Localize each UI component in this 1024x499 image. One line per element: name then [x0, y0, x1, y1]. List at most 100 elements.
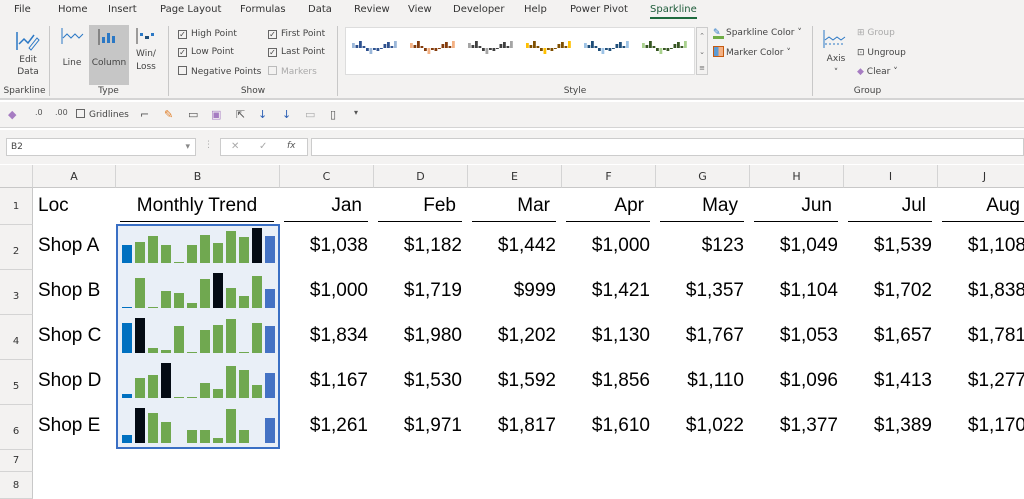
new-document-icon[interactable]: ▯: [330, 108, 336, 121]
tab-power-pivot[interactable]: Power Pivot: [570, 4, 628, 15]
value-cell[interactable]: $1,053: [750, 325, 838, 347]
value-cell[interactable]: $1,000: [280, 280, 368, 302]
low-point-checkbox[interactable]: ✓ Low Point: [178, 47, 234, 57]
value-cell[interactable]: $1,657: [844, 325, 932, 347]
tab-page-layout[interactable]: Page Layout: [160, 4, 221, 15]
insert-function-icon[interactable]: fx: [287, 141, 296, 151]
select-all-corner[interactable]: [0, 165, 33, 188]
header-cell-feb[interactable]: Feb: [378, 188, 462, 222]
column-header-A[interactable]: A: [33, 165, 116, 188]
tab-file[interactable]: File: [14, 4, 31, 15]
value-cell[interactable]: $1,389: [844, 415, 932, 437]
high-point-checkbox[interactable]: ✓ High Point: [178, 29, 237, 39]
header-cell-jan[interactable]: Jan: [284, 188, 368, 222]
axis-button[interactable]: Axis ˅: [822, 28, 850, 84]
name-box[interactable]: B2 ▾: [6, 138, 196, 156]
value-cell[interactable]: $1,413: [844, 370, 932, 392]
loc-cell[interactable]: Shop D: [38, 370, 101, 392]
group-button[interactable]: ⊞ Group: [857, 28, 895, 38]
marker-color-button[interactable]: Marker Color ˅: [713, 46, 791, 58]
value-cell[interactable]: $1,442: [468, 235, 556, 257]
row-header-5[interactable]: 5: [0, 360, 33, 405]
value-cell[interactable]: $1,357: [656, 280, 744, 302]
ungroup-button[interactable]: ⊡ Ungroup: [857, 48, 906, 58]
value-cell[interactable]: $1,202: [468, 325, 556, 347]
tab-insert[interactable]: Insert: [108, 4, 137, 15]
value-cell[interactable]: $1,592: [468, 370, 556, 392]
value-cell[interactable]: $999: [468, 280, 556, 302]
value-cell[interactable]: $1,182: [374, 235, 462, 257]
value-cell[interactable]: $1,130: [562, 325, 650, 347]
value-cell[interactable]: $1,377: [750, 415, 838, 437]
row-header-6[interactable]: 6: [0, 405, 33, 450]
tab-developer[interactable]: Developer: [453, 4, 504, 15]
header-cell-mar[interactable]: Mar: [472, 188, 556, 222]
value-cell[interactable]: $1,261: [280, 415, 368, 437]
increase-decimal-icon[interactable]: .0: [35, 108, 43, 117]
value-cell[interactable]: $1,781: [938, 325, 1024, 347]
row-header-1[interactable]: 1: [0, 188, 33, 225]
style-gallery[interactable]: [345, 27, 695, 75]
value-cell[interactable]: $1,856: [562, 370, 650, 392]
value-cell[interactable]: $1,971: [374, 415, 462, 437]
value-cell[interactable]: $1,838: [938, 280, 1024, 302]
tab-home[interactable]: Home: [58, 4, 88, 15]
value-cell[interactable]: $123: [656, 235, 744, 257]
last-point-checkbox[interactable]: ✓ Last Point: [268, 47, 325, 57]
sparkline-group-selection[interactable]: [116, 224, 280, 449]
cancel-icon[interactable]: ✕: [231, 141, 239, 152]
value-cell[interactable]: $1,530: [374, 370, 462, 392]
header-cell-apr[interactable]: Apr: [566, 188, 650, 222]
value-cell[interactable]: $1,000: [562, 235, 650, 257]
value-cell[interactable]: $1,110: [656, 370, 744, 392]
style-thumbnail[interactable]: [526, 36, 572, 66]
loc-cell[interactable]: Shop E: [38, 415, 100, 437]
first-point-checkbox[interactable]: ✓ First Point: [268, 29, 325, 39]
frame-icon[interactable]: ⌐: [140, 108, 149, 121]
clear-button[interactable]: ◆ Clear ˅: [857, 67, 898, 77]
tab-formulas[interactable]: Formulas: [240, 4, 286, 15]
value-cell[interactable]: $1,170: [938, 415, 1024, 437]
value-cell[interactable]: $1,702: [844, 280, 932, 302]
sort-za-icon[interactable]: ↓: [282, 108, 291, 121]
row-header-4[interactable]: 4: [0, 315, 33, 360]
loc-cell[interactable]: Shop B: [38, 280, 100, 302]
name-box-dropdown-icon[interactable]: ▾: [185, 142, 190, 152]
value-cell[interactable]: $1,834: [280, 325, 368, 347]
header-cell-may[interactable]: May: [660, 188, 744, 222]
column-header-D[interactable]: D: [374, 165, 468, 188]
value-cell[interactable]: $1,038: [280, 235, 368, 257]
gridlines-checkbox[interactable]: Gridlines: [76, 109, 129, 120]
value-cell[interactable]: $1,610: [562, 415, 650, 437]
tab-sparkline[interactable]: Sparkline: [650, 4, 697, 19]
loc-cell[interactable]: Shop C: [38, 325, 101, 347]
format-painter-icon[interactable]: ✎: [164, 108, 173, 121]
value-cell[interactable]: $1,104: [750, 280, 838, 302]
header-cell-jul[interactable]: Jul: [848, 188, 932, 222]
value-cell[interactable]: $1,980: [374, 325, 462, 347]
column-header-J[interactable]: J: [938, 165, 1024, 188]
style-thumbnail[interactable]: [642, 36, 688, 66]
row-header-8[interactable]: 8: [0, 472, 33, 499]
row-header-3[interactable]: 3: [0, 270, 33, 315]
style-thumbnail[interactable]: [584, 36, 630, 66]
value-cell[interactable]: $1,108: [938, 235, 1024, 257]
tab-data[interactable]: Data: [308, 4, 332, 15]
value-cell[interactable]: $1,277: [938, 370, 1024, 392]
negative-points-checkbox[interactable]: Negative Points: [178, 66, 261, 77]
style-thumbnail[interactable]: [468, 36, 514, 66]
value-cell[interactable]: $1,421: [562, 280, 650, 302]
value-cell[interactable]: $1,719: [374, 280, 462, 302]
value-cell[interactable]: $1,022: [656, 415, 744, 437]
select-icon[interactable]: ⇱: [236, 108, 245, 121]
markers-checkbox[interactable]: Markers: [268, 66, 317, 77]
header-cell-loc[interactable]: Loc: [38, 188, 69, 222]
splitter-handle[interactable]: ⋮: [204, 140, 213, 150]
column-header-G[interactable]: G: [656, 165, 750, 188]
column-header-F[interactable]: F: [562, 165, 656, 188]
type-column-button[interactable]: Column: [89, 25, 129, 85]
eraser-icon[interactable]: ◆: [8, 108, 16, 121]
column-header-C[interactable]: C: [280, 165, 374, 188]
value-cell[interactable]: $1,817: [468, 415, 556, 437]
tab-help[interactable]: Help: [524, 4, 547, 15]
